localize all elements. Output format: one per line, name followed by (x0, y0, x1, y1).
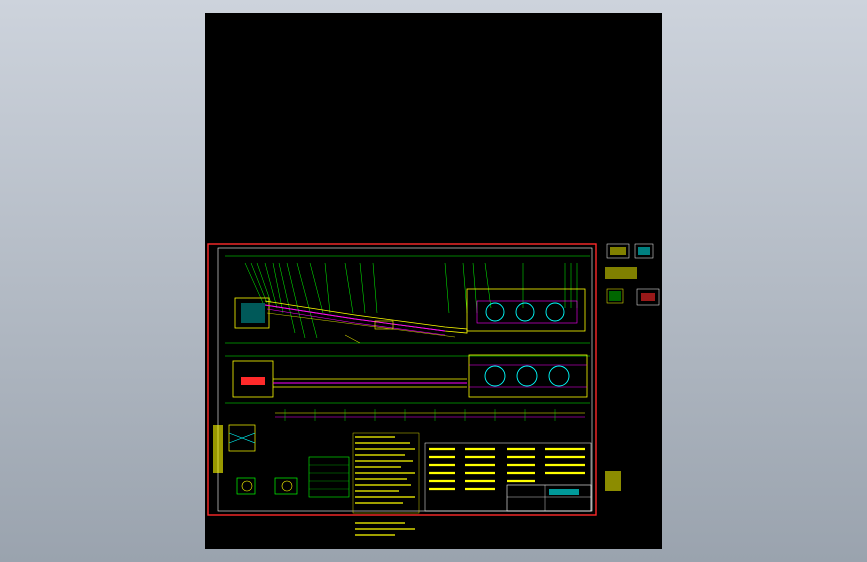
side-detail-thumbnails (605, 243, 660, 491)
plan-view (225, 354, 590, 421)
cad-drawing-canvas (207, 243, 660, 536)
cad-drawing-viewport[interactable] (205, 13, 662, 549)
parts-list-table (424, 442, 592, 512)
technical-notes-block (352, 432, 420, 536)
drawing-border (207, 243, 597, 516)
section-details (213, 424, 350, 498)
